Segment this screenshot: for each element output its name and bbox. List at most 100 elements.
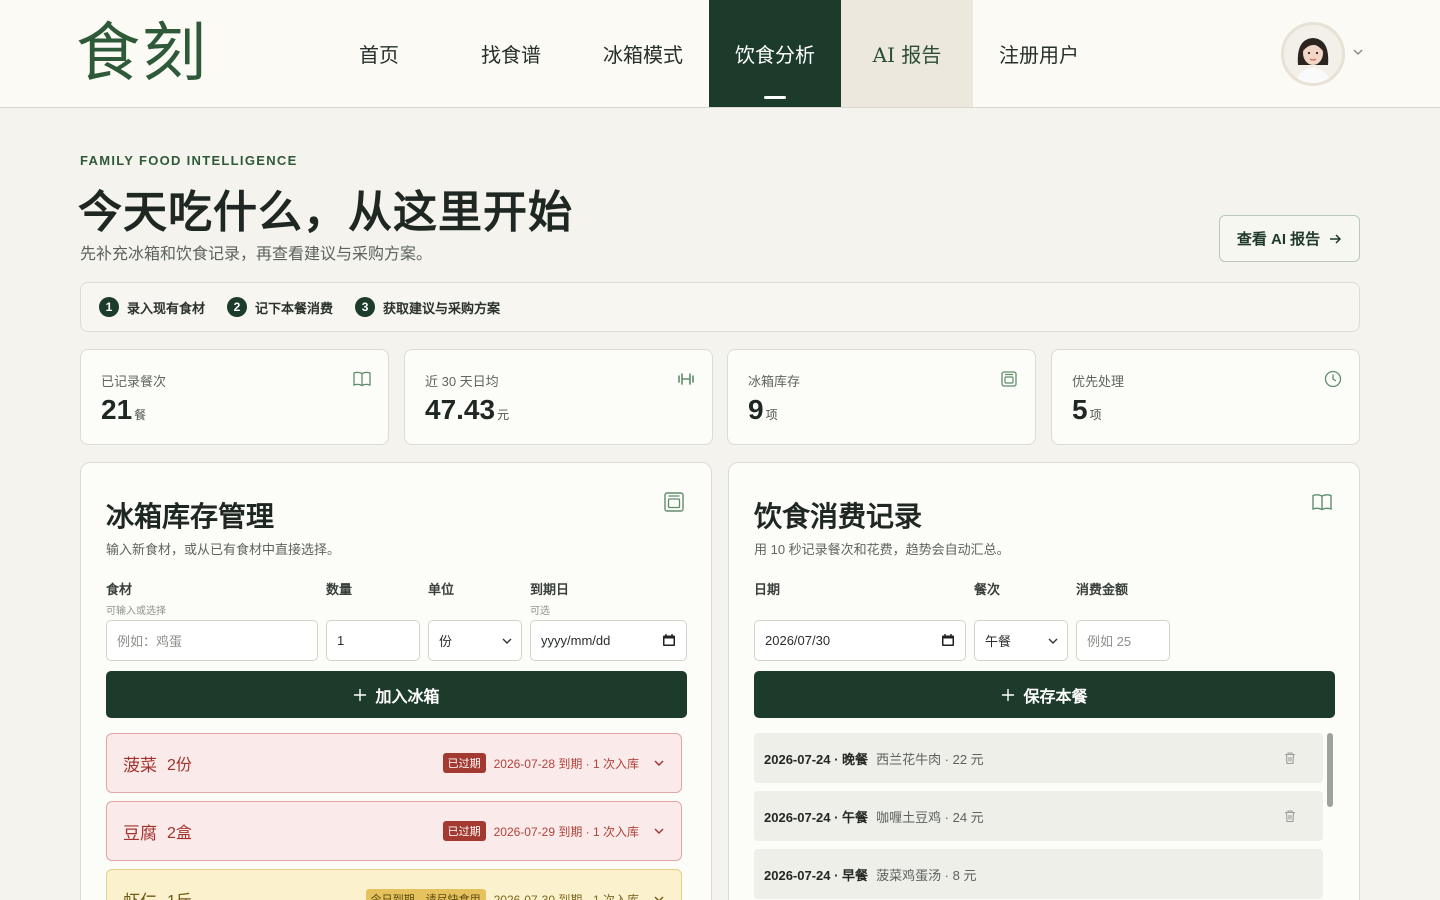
meal-type-value: 午餐 bbox=[985, 634, 1012, 649]
nav-item-diet-analysis[interactable]: 饮食分析 bbox=[709, 0, 841, 107]
meal-record-date: 2026-07-24 · 晚餐 bbox=[764, 751, 869, 767]
expiry-label: 到期日 bbox=[530, 582, 570, 597]
unit-select[interactable]: 份 bbox=[428, 620, 522, 661]
stat-value: 9项 bbox=[748, 394, 778, 425]
chevron-down-icon[interactable] bbox=[653, 757, 665, 769]
chevron-down-icon bbox=[502, 638, 512, 644]
inventory-item[interactable]: 豆腐 2盒 已过期 2026-07-29 到期 · 1 次入库 bbox=[106, 801, 682, 861]
meal-record-date: 2026-07-24 · 早餐 bbox=[764, 867, 869, 883]
step-item: 1 录入现有食材 bbox=[99, 297, 205, 317]
plus-icon bbox=[354, 688, 367, 701]
book-icon bbox=[353, 371, 371, 387]
expiry-date-input[interactable]: yyyy/mm/dd bbox=[530, 620, 687, 661]
step-number: 2 bbox=[227, 297, 248, 317]
status-badge: 已过期 bbox=[442, 821, 486, 841]
unit-label: 单位 bbox=[428, 582, 455, 597]
brand-logo[interactable]: 食刻 bbox=[76, 18, 208, 90]
fridge-icon bbox=[664, 492, 684, 512]
panel-title: 饮食消费记录 bbox=[754, 501, 923, 532]
step-label: 获取建议与采购方案 bbox=[383, 300, 501, 316]
view-ai-report-button[interactable]: 查看 AI 报告 bbox=[1219, 215, 1360, 262]
step-label: 记下本餐消费 bbox=[255, 300, 334, 316]
inventory-item-name: 虾仁 bbox=[123, 887, 157, 900]
user-avatar-button[interactable] bbox=[1281, 22, 1345, 86]
meal-label: 餐次 bbox=[974, 582, 1001, 597]
chevron-down-icon[interactable] bbox=[1352, 46, 1364, 58]
stat-label: 已记录餐次 bbox=[101, 374, 167, 389]
chevron-down-icon[interactable] bbox=[653, 893, 665, 900]
nav-item-register[interactable]: 注册用户 bbox=[973, 0, 1105, 107]
chevron-down-icon[interactable] bbox=[653, 825, 665, 837]
meal-record-row[interactable]: 2026-07-24 · 午餐 咖喱土豆鸡 · 24 元 bbox=[754, 791, 1323, 841]
panel-subtitle: 用 10 秒记录餐次和花费，趋势会自动汇总。 bbox=[754, 542, 1010, 557]
meal-records-panel: 饮食消费记录 用 10 秒记录餐次和花费，趋势会自动汇总。 日期 餐次 消费金额… bbox=[728, 462, 1360, 900]
arrow-right-icon bbox=[1330, 233, 1342, 244]
avatar bbox=[1281, 22, 1345, 86]
top-header: 食刻 首页 找食谱 冰箱模式 饮食分析 AI 报告 注册用户 bbox=[0, 0, 1440, 108]
inventory-item-meta: 2026-07-28 到期 · 1 次入库 bbox=[493, 756, 639, 771]
inventory-item-meta: 2026-07-29 到期 · 1 次入库 bbox=[493, 824, 639, 839]
meal-record-date: 2026-07-24 · 午餐 bbox=[764, 809, 869, 825]
step-number: 3 bbox=[355, 297, 376, 317]
date-label: 日期 bbox=[754, 582, 781, 597]
meal-record-row[interactable]: 2026-07-24 · 晚餐 西兰花牛肉 · 22 元 bbox=[754, 733, 1323, 783]
nav-item-fridge-mode[interactable]: 冰箱模式 bbox=[577, 0, 709, 107]
meal-type-select[interactable]: 午餐 bbox=[974, 620, 1068, 661]
inventory-item-meta-group: 已过期 2026-07-28 到期 · 1 次入库 bbox=[442, 753, 665, 773]
clock-icon bbox=[1324, 370, 1342, 388]
steps-bar: 1 录入现有食材 2 记下本餐消费 3 获取建议与采购方案 bbox=[80, 282, 1360, 332]
meal-record-desc: 咖喱土豆鸡 · 24 元 bbox=[876, 809, 984, 825]
nav-item-home[interactable]: 首页 bbox=[313, 0, 445, 107]
quantity-input[interactable]: 1 bbox=[326, 620, 420, 661]
ingredient-input[interactable]: 例如：鸡蛋 bbox=[106, 620, 318, 661]
step-item: 2 记下本餐消费 bbox=[227, 297, 333, 317]
unit-select-value: 份 bbox=[439, 634, 453, 649]
stat-card-priority: 优先处理 5项 bbox=[1051, 349, 1360, 445]
step-label: 录入现有食材 bbox=[127, 300, 206, 316]
nav-item-ai-report[interactable]: AI 报告 bbox=[841, 0, 973, 107]
calendar-icon[interactable] bbox=[662, 633, 676, 647]
page-subtitle: 先补充冰箱和饮食记录，再查看建议与采购方案。 bbox=[80, 246, 433, 263]
inventory-item[interactable]: 菠菜 2份 已过期 2026-07-28 到期 · 1 次入库 bbox=[106, 733, 682, 793]
inventory-item[interactable]: 虾仁 1斤 今日到期，请尽快食用 2026-07-30 到期 · 1 次入库 bbox=[106, 869, 682, 900]
nav-item-recipes[interactable]: 找食谱 bbox=[445, 0, 577, 107]
inventory-item-meta: 2026-07-30 到期 · 1 次入库 bbox=[493, 892, 639, 900]
chevron-down-icon bbox=[1048, 638, 1058, 644]
meal-date-value: 2026/07/30 bbox=[765, 633, 831, 648]
panel-subtitle: 输入新食材，或从已有食材中直接选择。 bbox=[106, 542, 341, 557]
calendar-icon[interactable] bbox=[941, 633, 955, 647]
trash-icon[interactable] bbox=[1283, 751, 1297, 765]
inventory-item-qty: 2份 bbox=[167, 757, 192, 774]
meal-record-desc: 西兰花牛肉 · 22 元 bbox=[876, 751, 984, 767]
fridge-icon bbox=[1001, 371, 1017, 387]
book-icon bbox=[1312, 494, 1332, 511]
stat-value: 5项 bbox=[1072, 394, 1102, 425]
inventory-item-meta-group: 已过期 2026-07-29 到期 · 1 次入库 bbox=[442, 821, 665, 841]
trash-icon[interactable] bbox=[1283, 809, 1297, 823]
meal-record-desc: 菠菜鸡蛋汤 · 8 元 bbox=[876, 867, 977, 883]
stat-card-fridge-stock: 冰箱库存 9项 bbox=[727, 349, 1036, 445]
meal-date-input[interactable]: 2026/07/30 bbox=[754, 620, 966, 661]
inventory-item-name: 菠菜 bbox=[123, 755, 157, 775]
meal-record-row[interactable]: 2026-07-24 · 早餐 菠菜鸡蛋汤 · 8 元 bbox=[754, 849, 1323, 899]
status-badge: 已过期 bbox=[442, 753, 486, 773]
ingredient-hint: 可输入或选择 bbox=[106, 606, 166, 617]
fridge-inventory-panel: 冰箱库存管理 输入新食材，或从已有食材中直接选择。 食材 可输入或选择 数量 单… bbox=[80, 462, 712, 900]
avatar-portrait-icon bbox=[1284, 25, 1342, 83]
page-title: 今天吃什么，从这里开始 bbox=[78, 188, 573, 237]
hero-eyebrow: FAMILY FOOD INTELLIGENCE bbox=[80, 153, 298, 168]
status-badge: 今日到期，请尽快食用 bbox=[365, 889, 486, 900]
inventory-item-qty: 2盒 bbox=[167, 825, 192, 842]
save-meal-button[interactable]: 保存本餐 bbox=[754, 671, 1335, 718]
expiry-date-placeholder: yyyy/mm/dd bbox=[541, 633, 611, 648]
amount-input[interactable]: 例如 25 bbox=[1076, 620, 1170, 661]
add-to-fridge-label: 加入冰箱 bbox=[375, 688, 440, 706]
step-item: 3 获取建议与采购方案 bbox=[355, 297, 500, 317]
quantity-label: 数量 bbox=[326, 582, 353, 597]
inventory-item-qty: 1斤 bbox=[167, 887, 192, 900]
stat-value: 47.43 元 bbox=[425, 394, 510, 425]
stat-label: 冰箱库存 bbox=[748, 374, 801, 389]
add-to-fridge-button[interactable]: 加入冰箱 bbox=[106, 671, 687, 718]
stat-card-meals: 已记录餐次 21 餐 bbox=[80, 349, 389, 445]
meal-list-scrollbar[interactable] bbox=[1327, 733, 1333, 807]
